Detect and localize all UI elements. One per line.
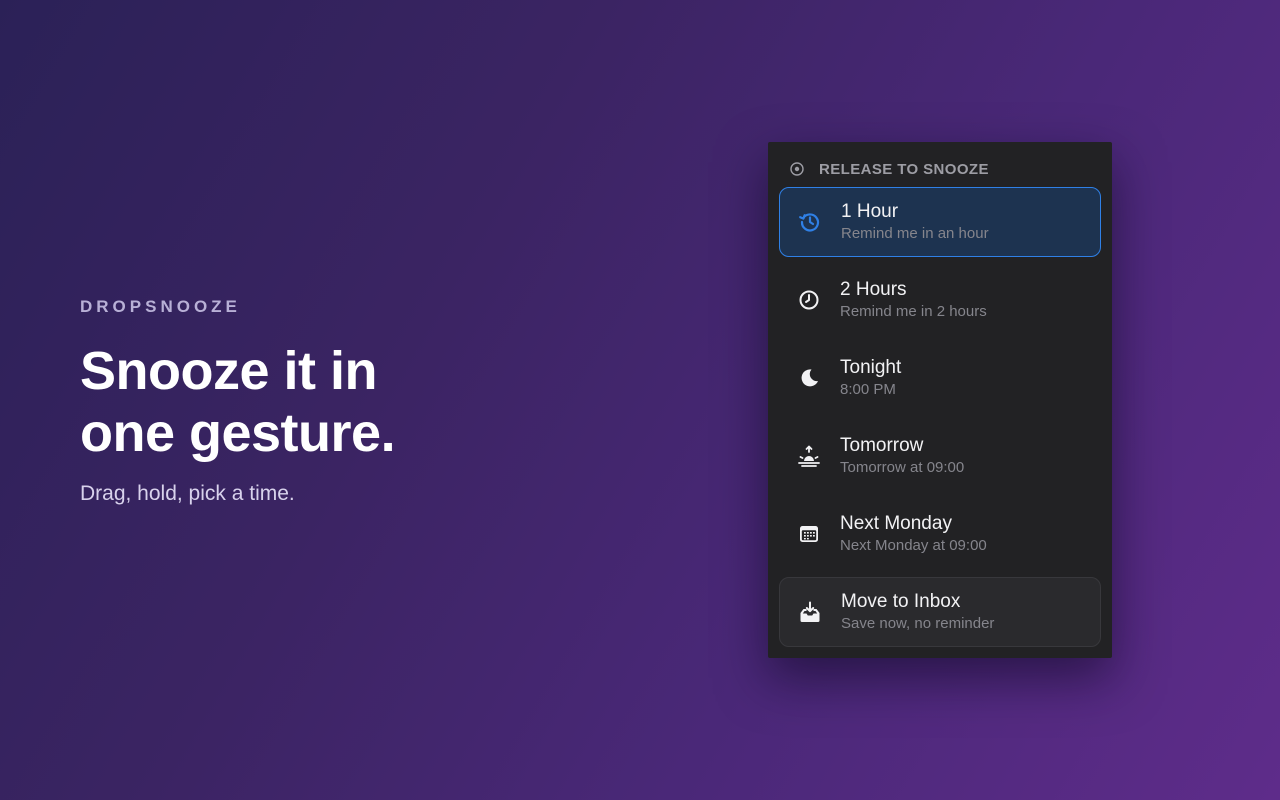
option-subtitle: Tomorrow at 09:00 [840,458,965,476]
snooze-option-next-monday[interactable]: Next Monday Next Monday at 09:00 [779,499,1101,569]
option-title: 1 Hour [841,200,899,222]
calendar-icon [797,522,821,546]
option-title: 2 Hours [840,278,907,300]
snooze-option-2-hours[interactable]: 2 Hours Remind me in 2 hours [779,265,1101,335]
snooze-menu: RELEASE TO SNOOZE 1 Hour Remind me in an… [768,142,1112,658]
option-title: Tomorrow [840,434,924,456]
option-subtitle: Save now, no reminder [841,614,995,632]
menu-header: RELEASE TO SNOOZE [790,160,989,178]
snooze-option-tomorrow[interactable]: Tomorrow Tomorrow at 09:00 [779,421,1101,491]
option-subtitle: Remind me in 2 hours [840,302,987,320]
target-circle-icon [790,162,804,176]
headline-line-2: one gesture. [80,403,396,463]
brand-name: DROPSNOOZE [80,297,241,316]
snooze-option-1-hour[interactable]: 1 Hour Remind me in an hour [779,187,1101,257]
option-title: Move to Inbox [841,590,961,612]
option-subtitle: 8:00 PM [840,380,896,398]
option-title: Next Monday [840,512,952,534]
option-title: Tonight [840,356,902,378]
move-to-inbox-option[interactable]: Move to Inbox Save now, no reminder [779,577,1101,647]
moon-icon [797,366,821,390]
option-subtitle: Next Monday at 09:00 [840,536,987,554]
clock-icon [797,288,821,312]
headline-line-1: Snooze it in [80,341,378,401]
menu-header-label: RELEASE TO SNOOZE [819,160,989,178]
sunrise-icon [797,444,821,468]
option-subtitle: Remind me in an hour [841,224,989,242]
hero-section: DROPSNOOZE Snooze it in one gesture. Dra… [80,296,680,508]
clock-history-icon [798,210,822,234]
inbox-download-icon [798,600,822,624]
tagline: Drag, hold, pick a time. [80,482,295,505]
snooze-option-tonight[interactable]: Tonight 8:00 PM [779,343,1101,413]
headline: Snooze it in one gesture. [80,340,680,464]
